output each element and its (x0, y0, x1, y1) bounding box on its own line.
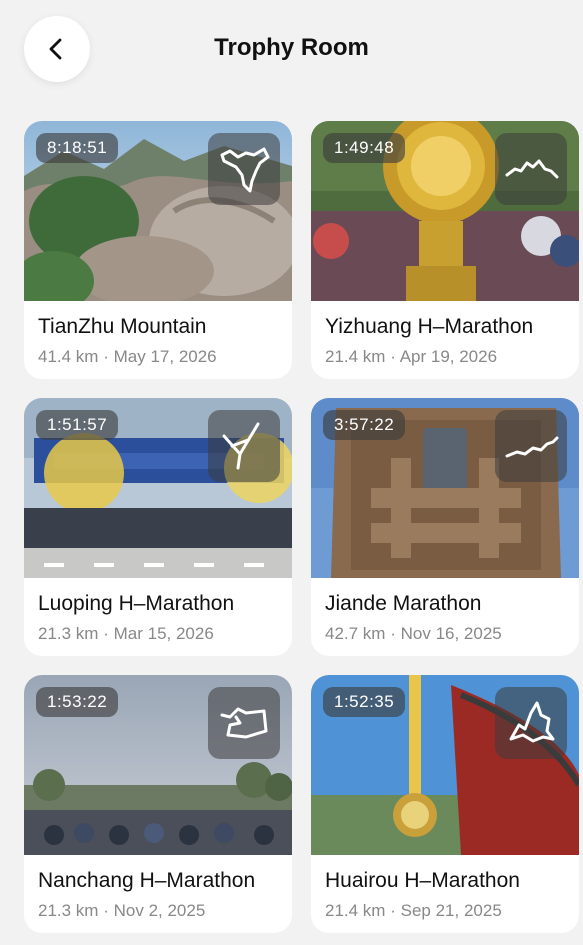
trophy-photo: 1:53:22 (24, 675, 292, 855)
finish-time-badge: 1:52:35 (323, 687, 406, 717)
trophy-meta: 21.3 km · Nov 2, 2025 (38, 901, 206, 920)
trophy-name: Luoping H–Marathon (38, 592, 235, 615)
trophy-name: Huairou H–Marathon (325, 869, 520, 892)
trophy-name: Nanchang H–Marathon (38, 869, 256, 892)
trophy-meta: 21.3 km · Mar 15, 2026 (38, 624, 214, 643)
trophy-name: Jiande Marathon (325, 592, 482, 615)
trophy-card-luoping[interactable]: 1:51:57 Luoping H–Marathon 21.3 km · Mar… (24, 398, 292, 656)
trophy-grid: 8:18:51 TianZhu Mountain 41.4 km · May 1… (0, 0, 583, 945)
trophy-meta: 21.4 km · Apr 19, 2026 (325, 347, 498, 366)
trophy-meta: 21.4 km · Sep 21, 2025 (325, 901, 502, 920)
finish-time-badge: 1:53:22 (36, 687, 119, 717)
trophy-photo: 8:18:51 (24, 121, 292, 301)
route-map-badge (208, 410, 280, 482)
trophy-card-nanchang[interactable]: 1:53:22 Nanchang H–Marathon 21.3 km · No… (24, 675, 292, 933)
finish-time-badge: 1:51:57 (36, 410, 119, 440)
trophy-card-jiande[interactable]: 3:57:22 Jiande Marathon 42.7 km · Nov 16… (311, 398, 579, 656)
route-map-badge (495, 410, 567, 482)
finish-time-badge: 3:57:22 (323, 410, 406, 440)
trophy-name: Yizhuang H–Marathon (325, 315, 534, 338)
trophy-name: TianZhu Mountain (38, 315, 207, 338)
route-icon (220, 147, 270, 193)
finish-time-badge: 8:18:51 (36, 133, 119, 163)
route-icon (220, 707, 268, 739)
trophy-card-yizhuang[interactable]: 1:49:48 Yizhuang H–Marathon 21.4 km · Ap… (311, 121, 579, 379)
route-map-badge (495, 133, 567, 205)
route-icon (505, 436, 559, 458)
trophy-meta: 42.7 km · Nov 16, 2025 (325, 624, 502, 643)
route-map-badge (208, 133, 280, 205)
route-icon (505, 159, 559, 179)
route-map-badge (495, 687, 567, 759)
trophy-photo: 3:57:22 (311, 398, 579, 578)
finish-time-badge: 1:49:48 (323, 133, 406, 163)
route-map-badge (208, 687, 280, 759)
trophy-card-huairou[interactable]: 1:52:35 Huairou H–Marathon 21.4 km · Sep… (311, 675, 579, 933)
route-icon (509, 701, 555, 743)
trophy-meta: 41.4 km · May 17, 2026 (38, 347, 217, 366)
trophy-photo: 1:51:57 (24, 398, 292, 578)
trophy-card-tianzhu[interactable]: 8:18:51 TianZhu Mountain 41.4 km · May 1… (24, 121, 292, 379)
route-icon (222, 422, 260, 470)
trophy-photo: 1:49:48 (311, 121, 579, 301)
trophy-photo: 1:52:35 (311, 675, 579, 855)
